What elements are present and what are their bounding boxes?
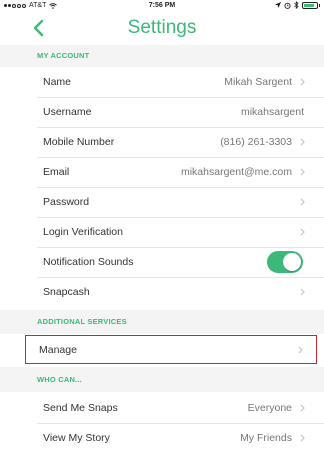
row-label: Password <box>43 196 90 208</box>
bluetooth-icon <box>294 1 299 9</box>
row-label: Login Verification <box>43 226 123 238</box>
alarm-icon <box>284 2 291 9</box>
row-mobile-number[interactable]: Mobile Number (816) 261-3303 <box>0 127 324 157</box>
row-name[interactable]: Name Mikah Sargent <box>0 67 324 97</box>
row-send-me-snaps[interactable]: Send Me Snaps Everyone <box>0 393 324 423</box>
row-label: Mobile Number <box>43 136 115 148</box>
row-label: View My Story <box>43 432 110 444</box>
chevron-right-icon <box>300 138 305 146</box>
chevron-right-icon <box>300 198 305 206</box>
row-value: Mikah Sargent <box>224 76 292 88</box>
row-value: My Friends <box>240 432 292 444</box>
row-view-my-story[interactable]: View My Story My Friends <box>0 423 324 453</box>
chevron-right-icon <box>300 434 305 442</box>
battery-icon <box>302 1 320 9</box>
row-label: Username <box>43 106 92 118</box>
chevron-right-icon <box>300 168 305 176</box>
section-header-who-can: WHO CAN... <box>0 367 324 392</box>
status-right <box>275 1 320 9</box>
row-value: Everyone <box>247 402 292 414</box>
row-value: (816) 261-3303 <box>220 136 292 148</box>
row-username[interactable]: Username mikahsargent <box>0 97 324 127</box>
manage-highlight-box <box>25 335 317 364</box>
nav-bar: Settings <box>0 12 324 45</box>
status-bar: AT&T 7:56 PM <box>0 0 324 12</box>
page-title: Settings <box>127 17 197 38</box>
section-header-my-account: MY ACCOUNT <box>0 45 324 67</box>
battery-fill <box>304 3 315 7</box>
row-login-verification[interactable]: Login Verification <box>0 217 324 247</box>
row-value: mikahsargent <box>240 106 304 118</box>
row-email[interactable]: Email mikahsargent@me.com <box>0 157 324 187</box>
row-password[interactable]: Password <box>0 187 324 217</box>
row-value: mikahsargent@me.com <box>180 166 292 178</box>
row-notification-sounds: Notification Sounds <box>0 247 324 277</box>
toggle-knob <box>283 253 301 271</box>
row-label: Snapcash <box>43 286 90 298</box>
chevron-right-icon <box>300 78 305 86</box>
chevron-right-icon <box>300 404 305 412</box>
notification-sounds-toggle[interactable] <box>267 251 303 273</box>
row-label: Send Me Snaps <box>43 402 118 414</box>
chevron-right-icon <box>300 228 305 236</box>
row-label: Name <box>43 76 72 88</box>
location-icon <box>275 2 281 8</box>
chevron-right-icon <box>300 288 305 296</box>
row-label: Notification Sounds <box>43 256 134 268</box>
row-label: Email <box>43 166 70 178</box>
row-snapcash[interactable]: Snapcash <box>0 277 324 307</box>
section-header-additional-services: ADDITIONAL SERVICES <box>0 310 324 334</box>
